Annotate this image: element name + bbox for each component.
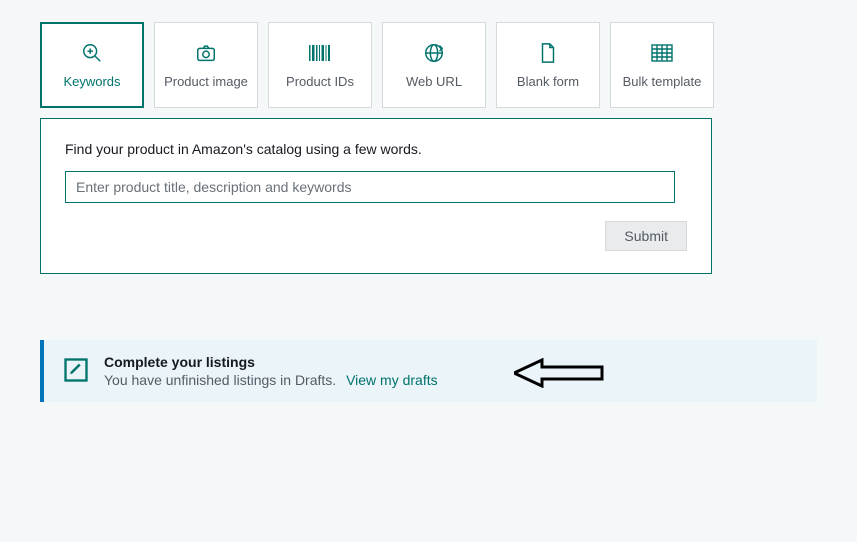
tab-web-url[interactable]: Web URL: [382, 22, 486, 108]
barcode-icon: [307, 42, 333, 64]
method-tabs: Keywords Product image Product IDs: [40, 22, 817, 108]
keywords-panel: Find your product in Amazon's catalog us…: [40, 118, 712, 274]
document-icon: [538, 42, 558, 64]
tab-label: Product image: [164, 74, 248, 89]
tab-keywords[interactable]: Keywords: [40, 22, 144, 108]
globe-icon: [423, 42, 445, 64]
tab-blank-form[interactable]: Blank form: [496, 22, 600, 108]
tab-label: Keywords: [63, 74, 120, 89]
tab-bulk-template[interactable]: Bulk template: [610, 22, 714, 108]
tab-product-image[interactable]: Product image: [154, 22, 258, 108]
alert-title: Complete your listings: [104, 354, 438, 370]
tab-label: Blank form: [517, 74, 579, 89]
annotation-arrow-icon: [514, 358, 604, 391]
drafts-alert: Complete your listings You have unfinish…: [40, 340, 817, 402]
alert-message: You have unfinished listings in Drafts.: [104, 372, 336, 388]
camera-icon: [195, 42, 217, 64]
search-prompt: Find your product in Amazon's catalog us…: [65, 141, 687, 157]
search-zoom-icon: [81, 42, 103, 64]
view-drafts-link[interactable]: View my drafts: [346, 372, 438, 388]
submit-button[interactable]: Submit: [605, 221, 687, 251]
tab-product-ids[interactable]: Product IDs: [268, 22, 372, 108]
tab-label: Product IDs: [286, 74, 354, 89]
panel-actions: Submit: [65, 221, 687, 251]
tab-label: Bulk template: [623, 74, 702, 89]
tab-label: Web URL: [406, 74, 462, 89]
grid-icon: [651, 42, 673, 64]
edit-document-icon: [62, 356, 90, 387]
product-search-input[interactable]: [65, 171, 675, 203]
